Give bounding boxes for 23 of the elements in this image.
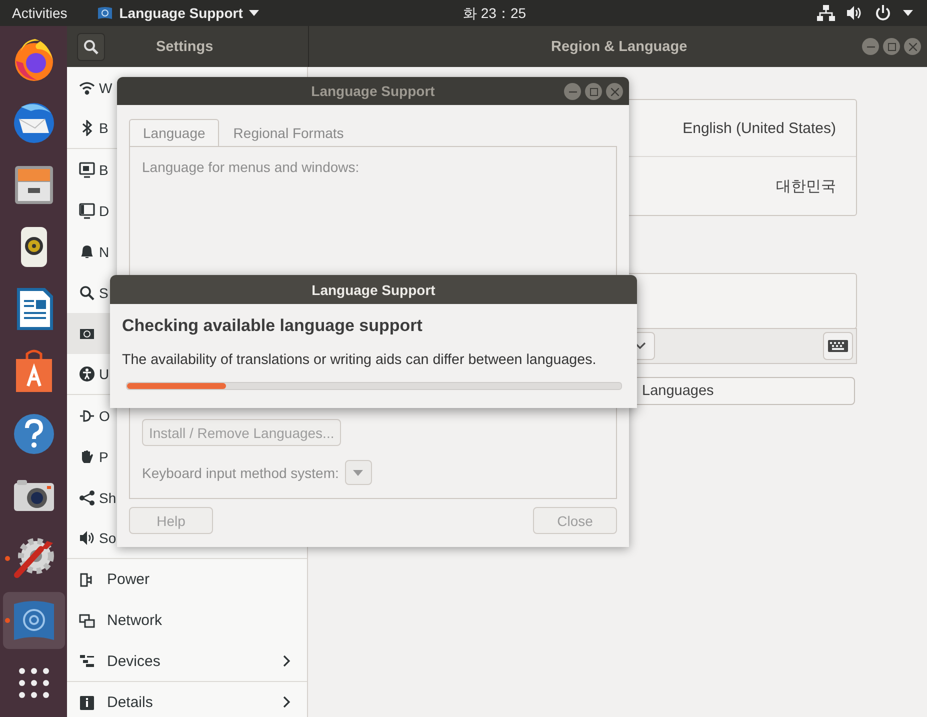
dialog-heading: Checking available language support bbox=[122, 316, 424, 336]
sidebar-label: B bbox=[99, 162, 108, 178]
list-label: Language for menus and windows: bbox=[142, 159, 360, 175]
sidebar-label: Network bbox=[107, 612, 162, 629]
dialog-message: The availability of translations or writing aids can differ between languages. bbox=[122, 352, 598, 368]
sidebar-label: P bbox=[99, 448, 108, 464]
sidebar-label: Sh bbox=[99, 490, 116, 506]
dialog-title: Language Support bbox=[312, 282, 436, 298]
sidebar-label: Details bbox=[107, 694, 153, 711]
sidebar-label: B bbox=[99, 120, 108, 136]
sidebar-label: W bbox=[99, 80, 112, 96]
page-title: Region & Language bbox=[551, 38, 688, 54]
sidebar-label: S bbox=[99, 284, 108, 300]
sidebar-title: Settings bbox=[156, 38, 214, 54]
sidebar-label: O bbox=[99, 408, 110, 424]
sidebar-label: U bbox=[99, 366, 110, 382]
sidebar-label: Devices bbox=[107, 652, 160, 670]
window-title: Language Support bbox=[311, 83, 435, 99]
sidebar-label: Power bbox=[107, 571, 150, 588]
sidebar-label: So bbox=[99, 530, 116, 546]
input-method-label: Keyboard input method system: bbox=[142, 464, 339, 480]
sidebar-label: D bbox=[99, 202, 110, 218]
sidebar-label: N bbox=[99, 244, 110, 260]
